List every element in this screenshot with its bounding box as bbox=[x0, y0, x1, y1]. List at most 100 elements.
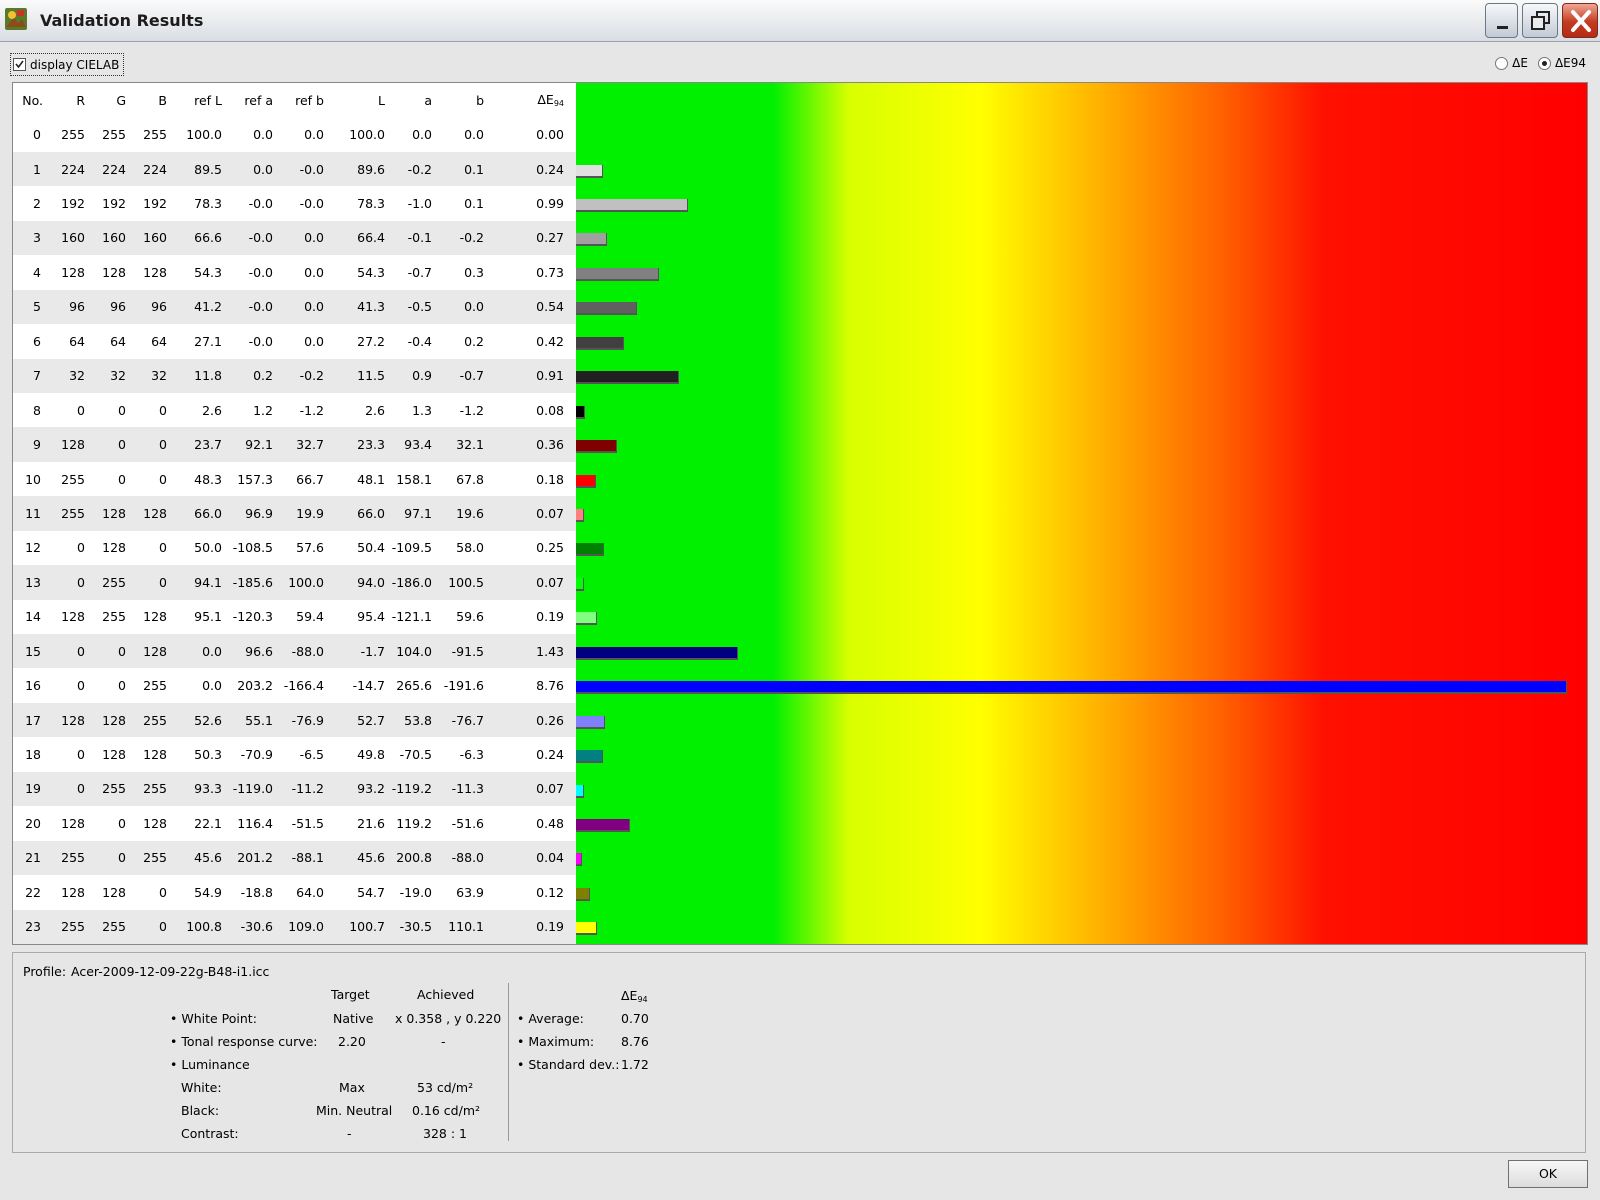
title-bar[interactable]: Validation Results bbox=[0, 0, 1600, 42]
cell-a: 265.6 bbox=[385, 668, 432, 703]
cell-b: 67.8 bbox=[432, 461, 484, 497]
display-cielab-toggle[interactable]: display CIELAB bbox=[10, 53, 125, 76]
white-label: White: bbox=[181, 1080, 222, 1095]
header-ref-b: ref b bbox=[273, 83, 324, 118]
average-value: 0.70 bbox=[621, 1011, 649, 1026]
cell-b: 100.5 bbox=[432, 565, 484, 600]
cell-g: 255 bbox=[85, 599, 126, 634]
cell-g: 255 bbox=[85, 117, 126, 152]
table-row: 15 0 0 128 0.0 96.6 -88.0 -1.7 104.0 -91.5 1.43 bbox=[13, 634, 576, 669]
cell-r: 128 bbox=[43, 875, 85, 910]
cell-b: 32 bbox=[126, 358, 167, 393]
cell-delta-e94: 0.25 bbox=[484, 530, 576, 566]
table-row: 20 128 0 128 22.1 116.4 -51.5 21.6 119.2 -51.6 0.4… bbox=[13, 806, 576, 841]
cell-g: 0 bbox=[85, 840, 126, 876]
black-label: Black: bbox=[181, 1103, 220, 1118]
cell-g: 255 bbox=[85, 909, 126, 944]
cell-b: 0.0 bbox=[432, 289, 484, 325]
cell-no: 15 bbox=[13, 634, 43, 669]
delta-e-bar bbox=[576, 405, 586, 419]
cell-ref-b: -0.0 bbox=[273, 186, 324, 221]
cell-ref-a: 157.3 bbox=[222, 461, 273, 497]
table-row: 14 128 255 128 95.1 -120.3 59.4 95.4 -121.1 59.6 0… bbox=[13, 599, 576, 634]
cell-ref-b: 32.7 bbox=[273, 427, 324, 462]
cell-no: 6 bbox=[13, 324, 43, 359]
cell-ref-l: 95.1 bbox=[167, 599, 222, 634]
cell-delta-e94: 0.27 bbox=[484, 220, 576, 256]
checkmark-icon bbox=[15, 60, 24, 69]
cell-l: 48.1 bbox=[324, 461, 385, 497]
cell-ref-b: 64.0 bbox=[273, 875, 324, 910]
cell-ref-l: 100.0 bbox=[167, 117, 222, 152]
cell-g: 255 bbox=[85, 771, 126, 807]
cell-g: 128 bbox=[85, 496, 126, 531]
cell-a: 0.9 bbox=[385, 358, 432, 393]
cell-ref-a: 203.2 bbox=[222, 668, 273, 703]
cell-b: 255 bbox=[126, 117, 167, 152]
close-icon bbox=[1571, 10, 1591, 32]
cell-a: -121.1 bbox=[385, 599, 432, 634]
cell-b: 128 bbox=[126, 255, 167, 290]
cell-a: 1.3 bbox=[385, 392, 432, 428]
cell-no: 23 bbox=[13, 909, 43, 944]
cell-delta-e94: 0.19 bbox=[484, 909, 576, 944]
cell-ref-l: 66.6 bbox=[167, 220, 222, 256]
cell-b: 0 bbox=[126, 530, 167, 566]
radio-delta-e[interactable] bbox=[1495, 56, 1509, 70]
cell-no: 9 bbox=[13, 427, 43, 462]
cell-delta-e94: 0.99 bbox=[484, 186, 576, 221]
contrast-label: Contrast: bbox=[181, 1126, 239, 1141]
cell-ref-a: -0.0 bbox=[222, 186, 273, 221]
cell-r: 128 bbox=[43, 806, 85, 841]
cell-ref-l: 94.1 bbox=[167, 565, 222, 600]
cell-l: 45.6 bbox=[324, 840, 385, 876]
table-row: 13 0 255 0 94.1 -185.6 100.0 94.0 -186.0 100.5 0.0… bbox=[13, 565, 576, 600]
cell-b: 255 bbox=[126, 840, 167, 876]
table-row: 5 96 96 96 41.2 -0.0 0.0 41.3 -0.5 0.0 0.54 bbox=[13, 289, 576, 325]
summary-divider bbox=[508, 983, 509, 1141]
cell-no: 10 bbox=[13, 461, 43, 497]
delta-e-bar bbox=[576, 371, 679, 385]
radio-delta-e94[interactable] bbox=[1537, 56, 1551, 70]
profile-name: Acer-2009-12-09-22g-B48-i1.icc bbox=[71, 964, 270, 979]
header-g: G bbox=[85, 83, 126, 118]
cell-b: 255 bbox=[126, 668, 167, 703]
cell-g: 128 bbox=[85, 702, 126, 738]
cell-l: 95.4 bbox=[324, 599, 385, 634]
table-row: 6 64 64 64 27.1 -0.0 0.0 27.2 -0.4 0.2 0.42 bbox=[13, 324, 576, 359]
cell-ref-l: 48.3 bbox=[167, 461, 222, 497]
cell-b: 128 bbox=[126, 737, 167, 772]
minimize-button[interactable] bbox=[1485, 3, 1518, 38]
close-button[interactable] bbox=[1562, 3, 1598, 38]
cell-r: 224 bbox=[43, 151, 85, 187]
table-row: 16 0 0 255 0.0 203.2 -166.4 -14.7 265.6 -191.6 8.7… bbox=[13, 668, 576, 703]
delta-e-bar bbox=[576, 199, 688, 213]
cell-g: 96 bbox=[85, 289, 126, 325]
table-row: 12 0 128 0 50.0 -108.5 57.6 50.4 -109.5 58.0 0.25 bbox=[13, 530, 576, 566]
cell-g: 255 bbox=[85, 565, 126, 600]
minimize-icon bbox=[1497, 26, 1508, 29]
cell-delta-e94: 0.24 bbox=[484, 737, 576, 772]
cell-ref-a: -0.0 bbox=[222, 289, 273, 325]
achieved-header: Achieved bbox=[417, 987, 475, 1002]
cell-delta-e94: 0.00 bbox=[484, 117, 576, 152]
cell-l: 50.4 bbox=[324, 530, 385, 566]
ok-button[interactable]: OK bbox=[1508, 1160, 1588, 1188]
header-b: B bbox=[126, 83, 167, 118]
delta-e-gradient-scale bbox=[576, 83, 1587, 944]
display-cielab-checkbox[interactable] bbox=[13, 58, 26, 71]
cell-delta-e94: 0.18 bbox=[484, 461, 576, 497]
cell-r: 255 bbox=[43, 461, 85, 497]
cell-delta-e94: 0.36 bbox=[484, 427, 576, 462]
cell-b: 63.9 bbox=[432, 875, 484, 910]
cell-r: 0 bbox=[43, 737, 85, 772]
cell-l: 21.6 bbox=[324, 806, 385, 841]
cell-delta-e94: 0.91 bbox=[484, 358, 576, 393]
cell-r: 0 bbox=[43, 565, 85, 600]
luminance-label: • Luminance bbox=[170, 1057, 250, 1072]
restore-button[interactable] bbox=[1522, 3, 1558, 38]
cell-r: 128 bbox=[43, 702, 85, 738]
delta-e-bar bbox=[576, 784, 584, 798]
white-achieved: 53 cd/m² bbox=[417, 1080, 474, 1095]
summary-panel: Profile: Acer-2009-12-09-22g-B48-i1.icc … bbox=[12, 952, 1586, 1153]
